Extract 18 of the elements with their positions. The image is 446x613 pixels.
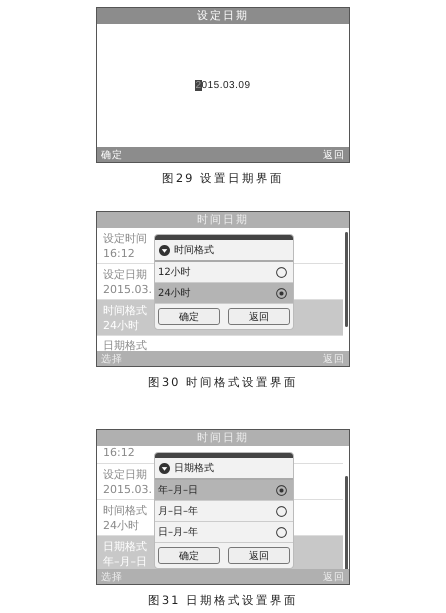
dialog-title: 时间格式 xyxy=(174,244,214,257)
figure-caption: 图29 设置日期界面 xyxy=(162,171,284,185)
item-value: 16:12 xyxy=(103,446,135,459)
screen-title: 设定日期 xyxy=(97,8,349,24)
item-label: 设定时间 xyxy=(103,232,147,244)
item-label: 时间格式 xyxy=(103,504,147,516)
item-value: 24小时 xyxy=(103,518,139,532)
screen-title: 时间日期 xyxy=(97,430,349,446)
figure-caption: 图30 时间格式设置界面 xyxy=(148,375,298,389)
screen-title: 时间日期 xyxy=(97,212,349,228)
item-label: 设定日期 xyxy=(103,268,147,280)
figure-caption: 图31 日期格式设置界面 xyxy=(148,593,298,607)
dialog-title: 日期格式 xyxy=(174,462,214,475)
item-label: 设定日期 xyxy=(103,468,147,480)
item-value: 2015.03. xyxy=(103,482,152,496)
item-label: 日期格式 xyxy=(103,339,147,351)
item-value: 16:12 xyxy=(103,246,135,260)
item-value: 2015.03. xyxy=(103,282,152,296)
